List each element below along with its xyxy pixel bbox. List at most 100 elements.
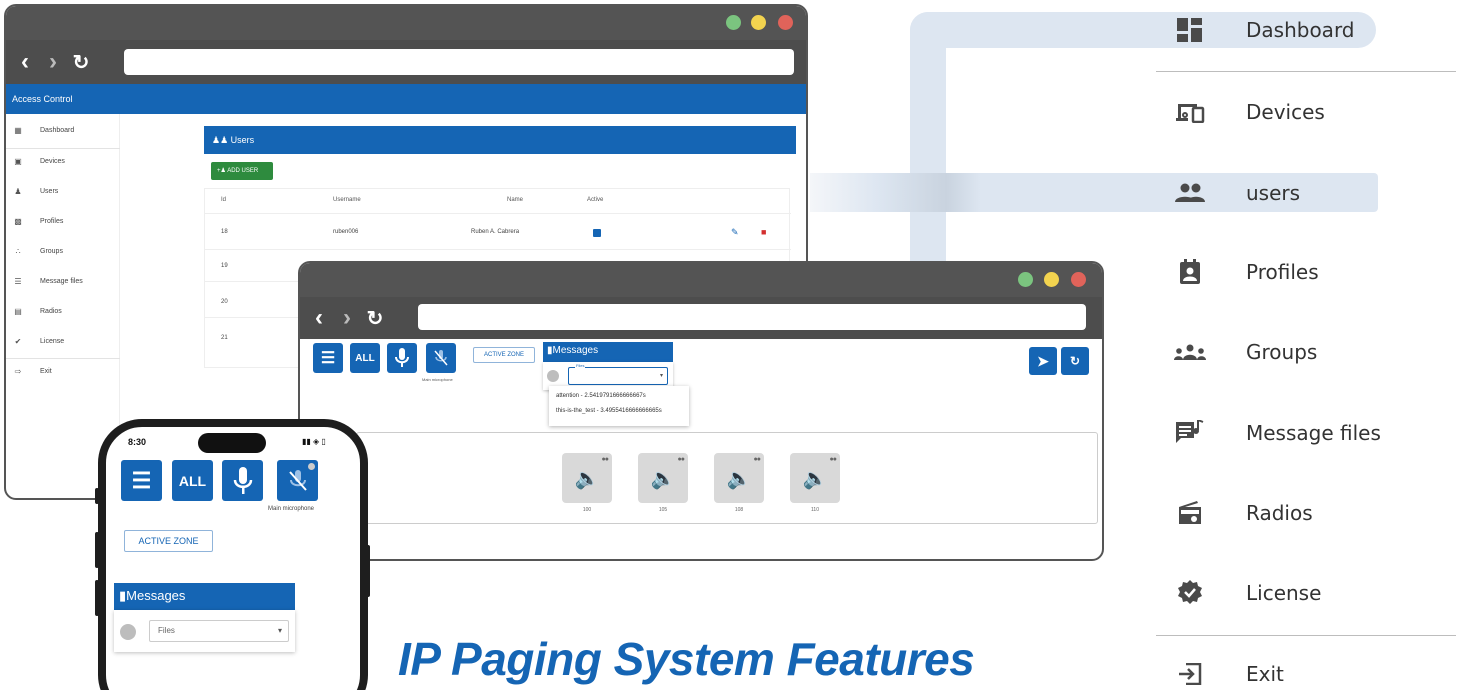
menu-button[interactable]: ☰ xyxy=(121,460,162,501)
sidebar-label: Message files xyxy=(40,277,83,285)
files-select[interactable]: Files ▾ xyxy=(568,363,668,385)
minimize-button[interactable] xyxy=(1044,272,1059,287)
devices-icon: ▣ xyxy=(14,156,22,166)
sidebar-label: Groups xyxy=(40,247,63,255)
menu-item-groups[interactable]: Groups xyxy=(1160,332,1460,372)
play-icon[interactable] xyxy=(547,370,559,382)
main-microphone-button[interactable] xyxy=(277,460,318,501)
menu-item-dashboard[interactable]: Dashboard xyxy=(1160,10,1460,50)
zone-label: 110 xyxy=(811,507,819,513)
sidebar-item-users[interactable]: ♟ Users xyxy=(12,181,58,201)
cell-username: ruben006 xyxy=(333,229,359,235)
menu-button[interactable]: ☰ xyxy=(313,343,343,373)
active-zone-button[interactable]: ACTIVE ZONE xyxy=(473,347,535,363)
add-user-label: ADD USER xyxy=(227,168,259,174)
menu-item-message-files[interactable]: Message files xyxy=(1160,413,1460,453)
menu-label-devices: Devices xyxy=(1246,100,1325,124)
back-icon[interactable]: ‹ xyxy=(16,48,34,76)
menu-item-license[interactable]: License xyxy=(1160,573,1460,613)
sidebar-item-devices[interactable]: ▣ Devices xyxy=(12,151,65,171)
microphone-icon xyxy=(395,348,409,367)
main-microphone-label: Main microphone xyxy=(268,506,315,512)
column-header-id: Id xyxy=(221,197,227,203)
active-checkbox[interactable] xyxy=(593,229,601,237)
all-button[interactable]: ALL xyxy=(172,460,213,501)
menu-label-users: users xyxy=(1246,181,1301,205)
edit-icon[interactable]: ✎ xyxy=(731,227,739,238)
sidebar-label: License xyxy=(40,337,65,345)
close-button[interactable] xyxy=(1071,272,1086,287)
sidebar-label: Radios xyxy=(40,307,62,315)
dashboard-icon: ▦ xyxy=(14,125,22,135)
refresh-icon: ↻ xyxy=(1069,354,1081,368)
message-files-icon: ☰ xyxy=(14,276,22,286)
microphone-button[interactable] xyxy=(222,460,263,501)
zone-tile[interactable]: ●● 🔈 xyxy=(790,453,840,503)
close-button[interactable] xyxy=(778,15,793,30)
files-select[interactable]: Files ▾ xyxy=(149,620,289,642)
sidebar-item-message-files[interactable]: ☰ Message files xyxy=(12,271,83,291)
dropdown-option[interactable]: attention - 2.5419791666666667s xyxy=(556,393,646,399)
main-microphone-button[interactable] xyxy=(426,343,456,373)
status-icons: ▮▮ ◈ ▯ xyxy=(302,437,326,446)
menu-item-exit[interactable]: Exit xyxy=(1160,654,1460,690)
zone-tile[interactable]: ●● 🔈 xyxy=(638,453,688,503)
maximize-button[interactable] xyxy=(726,15,741,30)
sidebar-label: Dashboard xyxy=(40,126,75,134)
column-header-active: Active xyxy=(587,197,604,203)
play-icon[interactable] xyxy=(120,624,136,640)
refresh-button[interactable]: ↻ xyxy=(1061,347,1089,375)
cell-name: Ruben A. Cabrera xyxy=(471,229,520,235)
cell-id: 20 xyxy=(221,299,228,305)
active-zone-button[interactable]: ACTIVE ZONE xyxy=(124,530,213,552)
all-button[interactable]: ALL xyxy=(350,343,380,373)
sidebar-label: Exit xyxy=(40,367,52,375)
microphone-button[interactable] xyxy=(387,343,417,373)
reload-icon[interactable]: ↻ xyxy=(366,306,384,331)
speaker-icon: 🔈 xyxy=(802,467,828,490)
menu-item-devices[interactable]: Devices xyxy=(1160,92,1460,132)
groups-icon: ∴ xyxy=(15,246,21,256)
dropdown-option[interactable]: this-is-the_test - 3.4955416666666665s xyxy=(556,408,662,414)
sidebar-item-groups[interactable]: ∴ Groups xyxy=(12,241,63,261)
menu-item-users[interactable]: users xyxy=(1160,173,1460,213)
zone-tile[interactable]: ●● 🔈 xyxy=(714,453,764,503)
files-label: Files xyxy=(575,363,586,368)
forward-icon[interactable]: › xyxy=(338,304,356,332)
status-dots: ●● xyxy=(829,456,838,463)
sidebar-item-license[interactable]: ✔ License xyxy=(12,331,65,351)
back-icon[interactable]: ‹ xyxy=(310,304,328,332)
mic-off-icon xyxy=(288,469,307,491)
add-user-button[interactable]: +♟ ADD USER xyxy=(211,162,273,180)
url-bar[interactable] xyxy=(124,49,794,75)
menu-item-radios[interactable]: Radios xyxy=(1160,493,1460,533)
devices-icon xyxy=(1160,101,1220,123)
phone-notch xyxy=(198,433,266,453)
zone-tile[interactable]: ●● 🔈 xyxy=(562,453,612,503)
forward-icon[interactable]: › xyxy=(44,48,62,76)
maximize-button[interactable] xyxy=(1018,272,1033,287)
files-dropdown-menu: attention - 2.5419791666666667s this-is-… xyxy=(549,386,689,426)
send-button[interactable]: ➤ xyxy=(1029,347,1057,375)
url-bar[interactable] xyxy=(418,304,1086,330)
message-files-icon xyxy=(1160,420,1220,446)
add-user-icon: +♟ xyxy=(217,168,228,174)
reload-icon[interactable]: ↻ xyxy=(72,50,90,75)
sidebar-item-profiles[interactable]: ▩ Profiles xyxy=(12,211,63,231)
sidebar-label: Users xyxy=(40,187,59,195)
status-dots: ●● xyxy=(601,456,610,463)
minimize-button[interactable] xyxy=(751,15,766,30)
cell-id: 19 xyxy=(221,263,228,269)
main-microphone-label: Main microphone xyxy=(422,377,453,382)
sidebar-item-radios[interactable]: ▤ Radios xyxy=(12,301,62,321)
files-placeholder: Files xyxy=(158,626,175,635)
delete-icon[interactable]: ■ xyxy=(761,227,766,237)
menu-item-profiles[interactable]: Profiles xyxy=(1160,252,1460,292)
window-titlebar xyxy=(6,6,806,40)
sidebar-item-exit[interactable]: ⇨ Exit xyxy=(12,361,52,381)
browser-navbar: ‹ › ↻ xyxy=(6,40,806,84)
sidebar-item-dashboard[interactable]: ▦ Dashboard xyxy=(12,120,74,140)
mic-off-icon xyxy=(434,350,448,366)
status-dot xyxy=(308,463,315,470)
browser-navbar: ‹ › ↻ xyxy=(300,297,1102,339)
